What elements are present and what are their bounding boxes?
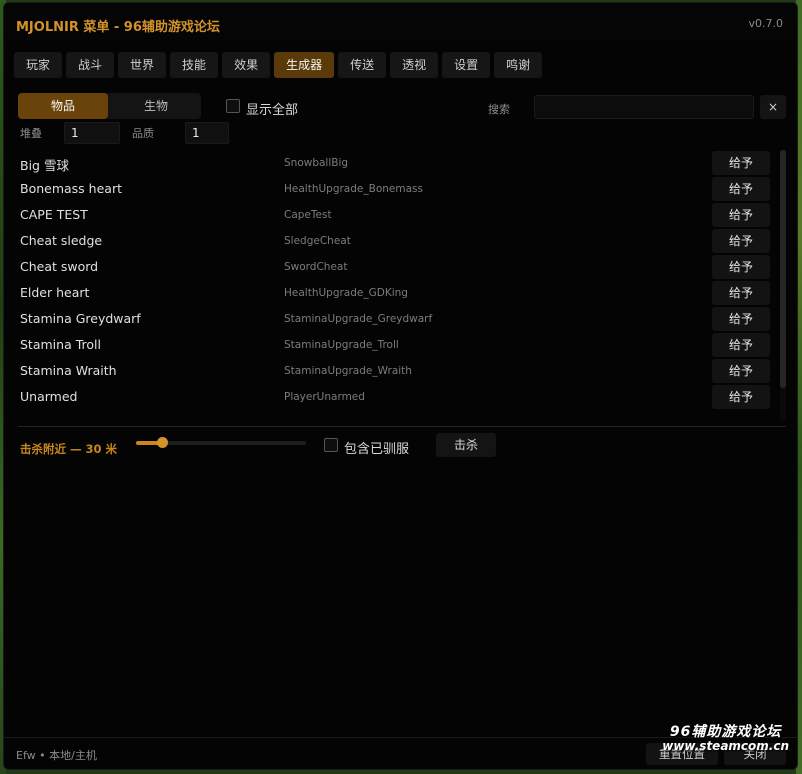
give-button[interactable]: 给予 bbox=[712, 151, 770, 175]
include-tamed-label: 包含已驯服 bbox=[344, 442, 410, 457]
tab-7[interactable]: 透视 bbox=[390, 52, 439, 78]
item-name: Big 雪球 bbox=[20, 158, 69, 173]
item-id: HealthUpgrade_GDKing bbox=[284, 287, 408, 299]
kill-radius-slider[interactable] bbox=[136, 437, 306, 448]
tab-8[interactable]: 设置 bbox=[442, 52, 491, 78]
segment-creatures[interactable]: 生物 bbox=[111, 93, 201, 119]
tab-9[interactable]: 鸣谢 bbox=[494, 52, 543, 78]
item-name: Stamina Greydwarf bbox=[20, 311, 141, 326]
list-item: Big 雪球 SnowballBig 给予 bbox=[18, 150, 770, 176]
show-all-label: 显示全部 bbox=[246, 103, 299, 118]
item-id: PlayerUnarmed bbox=[284, 391, 365, 403]
give-button[interactable]: 给予 bbox=[712, 281, 770, 305]
watermark: 96辅助游戏论坛 www.steamcom.cn bbox=[662, 724, 789, 754]
item-id: SledgeCheat bbox=[284, 235, 351, 247]
section-divider bbox=[18, 426, 786, 427]
watermark-url: www.steamcom.cn bbox=[662, 739, 789, 754]
kill-nearby-row: 击杀附近 — 30 米 包含已驯服 击杀 bbox=[18, 433, 788, 459]
give-button[interactable]: 给予 bbox=[712, 203, 770, 227]
item-name: Elder heart bbox=[20, 285, 90, 300]
segment-items[interactable]: 物品 bbox=[18, 93, 108, 119]
give-button[interactable]: 给予 bbox=[712, 177, 770, 201]
include-tamed-checkbox[interactable] bbox=[324, 438, 338, 452]
tab-bar: 玩家 战斗 世界 技能 效果 生成器 传送 透视 设置 鸣谢 bbox=[14, 52, 543, 78]
window-title: MJOLNIR 菜单 - 96辅助游戏论坛 bbox=[16, 20, 220, 35]
give-button[interactable]: 给予 bbox=[712, 229, 770, 253]
kill-button[interactable]: 击杀 bbox=[436, 433, 496, 457]
item-id: StaminaUpgrade_Greydwarf bbox=[284, 313, 433, 325]
tab-1[interactable]: 战斗 bbox=[66, 52, 115, 78]
list-item: Stamina Greydwarf StaminaUpgrade_Greydwar… bbox=[18, 306, 770, 332]
show-all-checkbox[interactable] bbox=[226, 99, 240, 113]
item-id: StaminaUpgrade_Troll bbox=[284, 339, 399, 351]
clear-search-button[interactable]: × bbox=[760, 95, 786, 119]
give-button[interactable]: 给予 bbox=[712, 333, 770, 357]
tab-0[interactable]: 玩家 bbox=[14, 52, 63, 78]
give-button[interactable]: 给予 bbox=[712, 359, 770, 383]
stack-input[interactable] bbox=[64, 122, 120, 144]
footer-status: Efw • 本地/主机 bbox=[16, 749, 97, 762]
watermark-title: 96辅助游戏论坛 bbox=[669, 724, 782, 740]
tab-5[interactable]: 生成器 bbox=[274, 52, 335, 78]
list-item: Unarmed PlayerUnarmed 给予 bbox=[18, 384, 770, 410]
list-item: CAPE TEST CapeTest 给予 bbox=[18, 202, 770, 228]
item-id: HealthUpgrade_Bonemass bbox=[284, 183, 423, 195]
item-list: Unarmed PlayerUnarmed 给予 Stamina Wraith Stam… bbox=[18, 150, 788, 420]
give-button[interactable]: 给予 bbox=[712, 307, 770, 331]
version-label: v0.7.0 bbox=[748, 17, 784, 30]
list-item: Stamina Wraith StaminaUpgrade_Wraith 给予 bbox=[18, 358, 770, 384]
item-id: SwordCheat bbox=[284, 261, 348, 273]
spawn-type-selector: 物品 生物 bbox=[18, 93, 201, 119]
slider-knob[interactable] bbox=[156, 437, 168, 448]
item-name: Stamina Wraith bbox=[20, 363, 117, 378]
stack-label: 堆叠 bbox=[20, 127, 42, 140]
title-bar[interactable]: MJOLNIR 菜单 - 96辅助游戏论坛 v0.7.0 bbox=[4, 3, 797, 43]
give-button[interactable]: 给予 bbox=[712, 385, 770, 409]
item-name: Stamina Troll bbox=[20, 337, 101, 352]
list-item: Cheat sledge SledgeCheat 给予 bbox=[18, 228, 770, 254]
list-item: Stamina Troll StaminaUpgrade_Troll 给予 bbox=[18, 332, 770, 358]
spawner-toolbar: 物品 生物 显示全部 搜索 × bbox=[18, 93, 788, 119]
item-name: Cheat sledge bbox=[20, 233, 103, 248]
scrollbar-thumb[interactable] bbox=[780, 150, 786, 388]
item-name: Unarmed bbox=[20, 389, 78, 404]
search-label: 搜索 bbox=[488, 103, 510, 116]
mod-menu-window: MJOLNIR 菜单 - 96辅助游戏论坛 v0.7.0 玩家 战斗 世界 技能 效果生… bbox=[3, 2, 798, 770]
tab-2[interactable]: 世界 bbox=[118, 52, 167, 78]
search-input[interactable] bbox=[534, 95, 754, 119]
item-id: CapeTest bbox=[284, 209, 332, 221]
item-id: SnowballBig bbox=[284, 157, 349, 169]
quality-input[interactable] bbox=[185, 122, 229, 144]
list-item: Cheat sword SwordCheat 给予 bbox=[18, 254, 770, 280]
list-item: Elder heart HealthUpgrade_GDKing 给予 bbox=[18, 280, 770, 306]
item-list-scrollbar[interactable] bbox=[780, 150, 786, 420]
tab-4[interactable]: 效果 bbox=[222, 52, 271, 78]
tab-3[interactable]: 技能 bbox=[170, 52, 219, 78]
item-name: CAPE TEST bbox=[20, 207, 88, 222]
item-name: Cheat sword bbox=[20, 259, 99, 274]
tab-6[interactable]: 传送 bbox=[338, 52, 387, 78]
give-button[interactable]: 给予 bbox=[712, 255, 770, 279]
quality-label: 品质 bbox=[132, 127, 154, 140]
kill-radius-label: 击杀附近 — 30 米 bbox=[20, 442, 118, 456]
item-id: StaminaUpgrade_Wraith bbox=[284, 365, 412, 377]
list-item: Bonemass heart HealthUpgrade_Bonemass 给予 bbox=[18, 176, 770, 202]
item-name: Bonemass heart bbox=[20, 181, 122, 196]
